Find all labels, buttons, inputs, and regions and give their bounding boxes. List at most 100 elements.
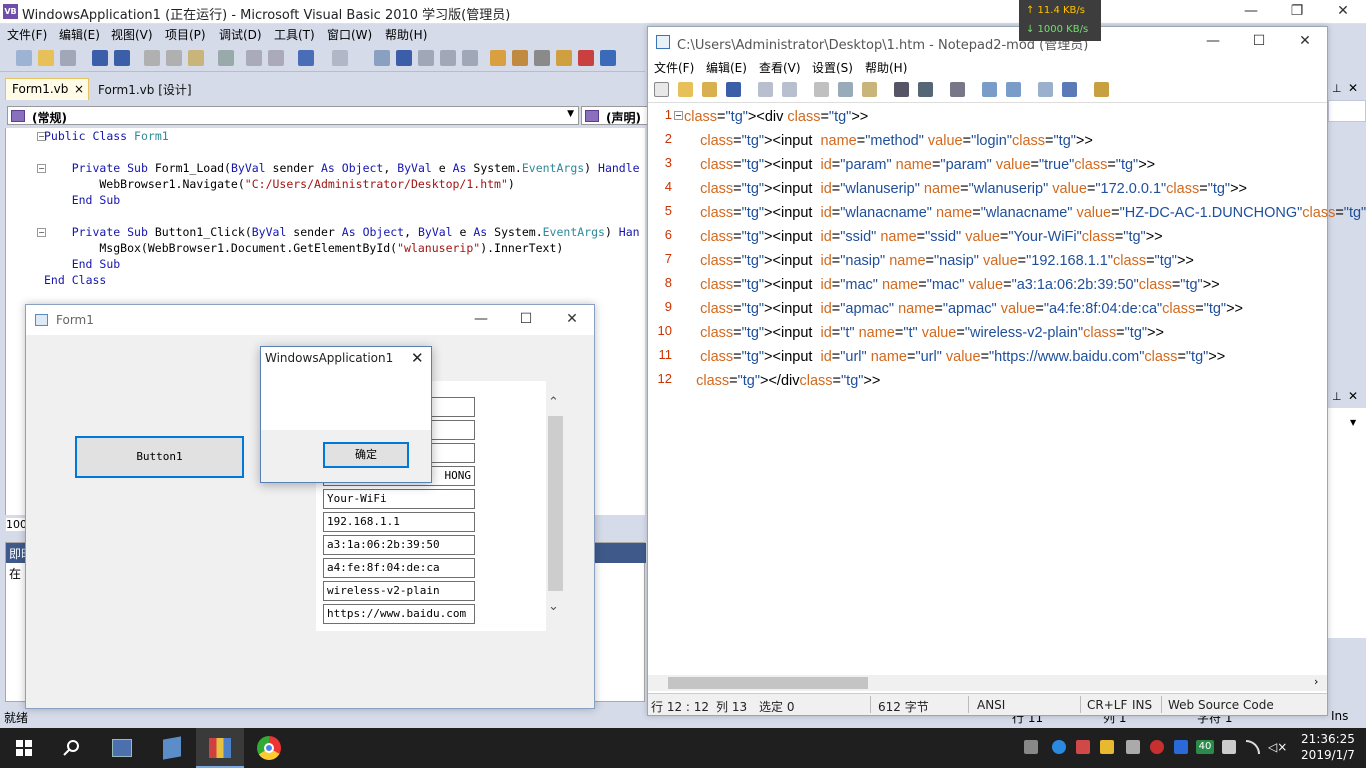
search-button[interactable] [48, 728, 96, 768]
scheme-icon[interactable] [1038, 82, 1053, 97]
volume-icon[interactable]: ◁× [1268, 740, 1287, 754]
stop-debug-icon[interactable] [396, 50, 412, 66]
class-combo[interactable]: (常规) ▼ [7, 106, 579, 125]
browser-field[interactable]: wireless-v2-plain [323, 581, 475, 601]
redo-icon[interactable] [782, 82, 797, 97]
shield-icon[interactable] [1100, 740, 1114, 754]
paste-icon[interactable] [188, 50, 204, 66]
msgbox-close-button[interactable]: ✕ [411, 349, 424, 367]
cut-icon[interactable] [144, 50, 160, 66]
np-status-scheme[interactable]: Web Source Code [1168, 698, 1274, 712]
app-tray-icon[interactable] [1076, 740, 1090, 754]
undo-icon[interactable] [758, 82, 773, 97]
word-wrap-icon[interactable] [950, 82, 965, 97]
open-icon[interactable] [38, 50, 54, 66]
notepad-title-bar[interactable]: C:\Users\Administrator\Desktop\1.htm - N… [648, 27, 1327, 57]
redo-icon[interactable] [332, 50, 348, 66]
np-menu-help[interactable]: 帮助(H) [865, 59, 907, 76]
np-menu-edit[interactable]: 编辑(E) [706, 59, 747, 76]
notepad-minimize-button[interactable]: — [1190, 30, 1236, 54]
save-all-icon[interactable] [114, 50, 130, 66]
panel-close-icon[interactable]: ✕ [1348, 389, 1358, 403]
paste-icon[interactable] [862, 82, 877, 97]
browser-field[interactable]: a3:1a:06:2b:39:50 [323, 535, 475, 555]
find-icon[interactable] [218, 50, 234, 66]
chevron-right-icon[interactable]: › [1314, 675, 1318, 688]
taskbar-chrome-app[interactable] [245, 728, 293, 768]
save-icon[interactable] [726, 82, 741, 97]
find-icon[interactable] [894, 82, 909, 97]
vs-menu-edit[interactable]: 编辑(E) [59, 26, 100, 43]
vs-menu-view[interactable]: 视图(V) [111, 26, 153, 43]
copy-icon[interactable] [166, 50, 182, 66]
exit-icon[interactable] [1094, 82, 1109, 97]
browser-scrollbar[interactable]: ⌃ ⌄ [547, 381, 564, 631]
button1[interactable]: Button1 [75, 436, 244, 478]
vs-title-bar[interactable]: VB WindowsApplication1 (正在运行) - Microsof… [0, 0, 1366, 24]
fold-toggle-icon[interactable]: − [674, 111, 683, 120]
vs-menu-help[interactable]: 帮助(H) [385, 26, 427, 43]
battery-badge-icon[interactable]: 40 [1196, 740, 1214, 754]
tab-close-icon[interactable]: × [74, 82, 84, 96]
notepad-close-button[interactable]: ✕ [1282, 30, 1328, 54]
start-button[interactable] [0, 728, 48, 768]
bluetooth-icon[interactable] [1174, 740, 1188, 754]
tab-form1-code[interactable]: Form1.vb × [5, 78, 89, 100]
replace-icon[interactable] [918, 82, 933, 97]
browser-field[interactable]: a4:fe:8f:04:de:ca [323, 558, 475, 578]
toolbox-icon[interactable] [556, 50, 572, 66]
notepad-maximize-button[interactable]: ☐ [1236, 30, 1282, 54]
browser-field[interactable]: Your-WiFi [323, 489, 475, 509]
form1-minimize-button[interactable]: — [458, 308, 504, 332]
np-menu-view[interactable]: 查看(V) [759, 59, 801, 76]
customize-icon[interactable] [1062, 82, 1077, 97]
keyboard-icon[interactable] [1024, 740, 1038, 754]
open-icon[interactable] [678, 82, 693, 97]
vs-menu-tools[interactable]: 工具(T) [274, 26, 315, 43]
taskbar-notepad-app[interactable] [148, 728, 196, 768]
properties-icon[interactable] [512, 50, 528, 66]
ok-button[interactable]: 确定 [323, 442, 409, 468]
member-combo[interactable]: (声明) [581, 106, 651, 125]
vs-menu-debug[interactable]: 调试(D) [219, 26, 262, 43]
tray-app-icon[interactable] [1150, 740, 1164, 754]
chevron-up-icon[interactable]: ⌃ [548, 395, 559, 410]
pin-icon[interactable]: ⊥ [1332, 82, 1342, 95]
tray-app-icon[interactable] [1126, 740, 1140, 754]
vs-menu-window[interactable]: 窗口(W) [327, 26, 372, 43]
vs-restore-button[interactable]: ❐ [1274, 0, 1320, 24]
form1-title-bar[interactable]: Form1 — ☐ ✕ [26, 305, 594, 335]
copy-icon[interactable] [838, 82, 853, 97]
notepad-horizontal-scrollbar[interactable]: › [648, 675, 1327, 691]
step-into-icon[interactable] [418, 50, 434, 66]
vs-close-button[interactable]: ✕ [1320, 0, 1366, 24]
new-file-icon[interactable] [654, 82, 669, 97]
taskbar-form-app[interactable] [196, 728, 244, 768]
usb-icon[interactable] [1222, 740, 1236, 754]
panel-close-icon[interactable]: ✕ [1348, 81, 1358, 95]
save-icon[interactable] [92, 50, 108, 66]
browser-field[interactable]: 192.168.1.1 [323, 512, 475, 532]
output-icon[interactable] [600, 50, 616, 66]
form1-close-button[interactable]: ✕ [549, 308, 595, 332]
vs-menu-project[interactable]: 项目(P) [165, 26, 206, 43]
vs-menu-file[interactable]: 文件(F) [7, 26, 47, 43]
tab-form1-design[interactable]: Form1.vb [设计] [92, 78, 198, 100]
tools-icon[interactable] [534, 50, 550, 66]
notepad-text-area[interactable]: class="tg"><div class="tg">> class="tg">… [684, 105, 1366, 678]
new-project-icon[interactable] [16, 50, 32, 66]
cut-icon[interactable] [814, 82, 829, 97]
start-debug-icon[interactable] [374, 50, 390, 66]
browser-field[interactable]: https://www.baidu.com [323, 604, 475, 624]
k-app-icon[interactable] [1052, 740, 1066, 754]
np-status-encoding[interactable]: ANSI [977, 698, 1005, 712]
pin-icon[interactable]: ⊥ [1332, 390, 1342, 403]
form1-maximize-button[interactable]: ☐ [503, 308, 549, 332]
np-menu-settings[interactable]: 设置(S) [812, 59, 853, 76]
np-menu-file[interactable]: 文件(F) [654, 59, 694, 76]
solution-explorer-icon[interactable] [490, 50, 506, 66]
scrollbar-thumb[interactable] [668, 677, 868, 689]
scrollbar-thumb[interactable] [548, 416, 563, 591]
zoom-out-icon[interactable] [1006, 82, 1021, 97]
uncomment-icon[interactable] [268, 50, 284, 66]
